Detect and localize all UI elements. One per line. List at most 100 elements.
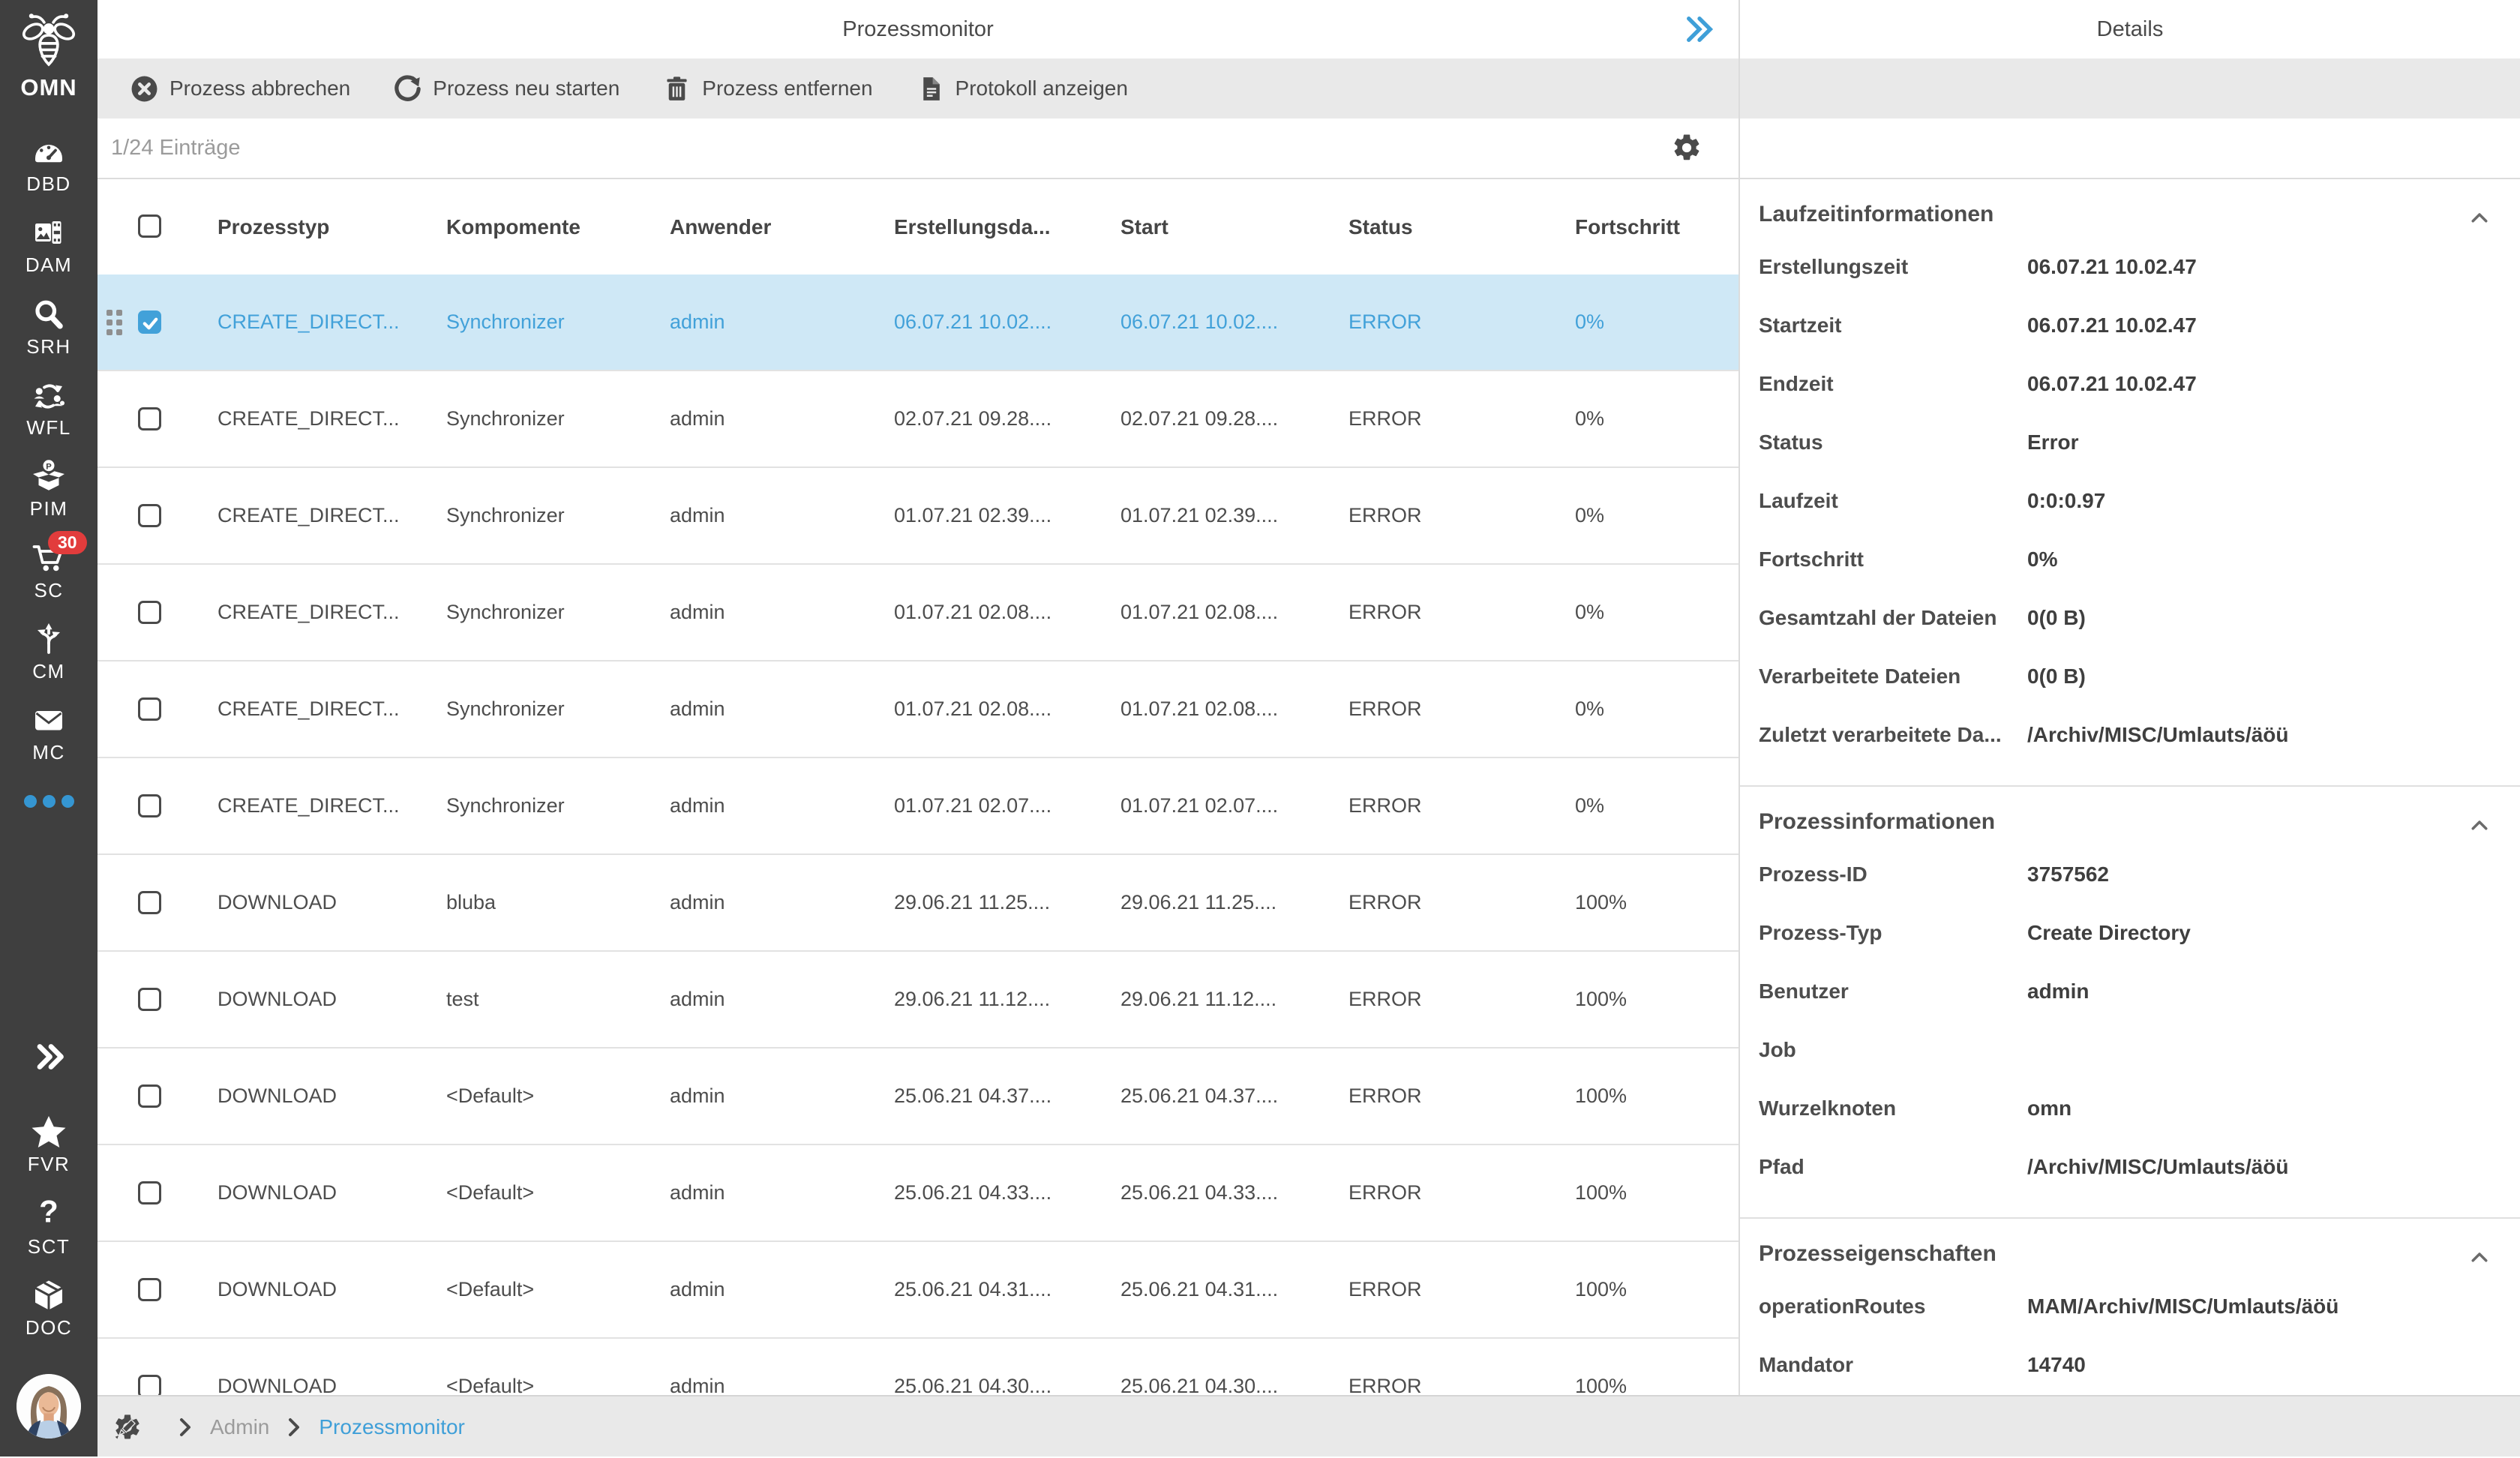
table-row[interactable]: DOWNLOAD<Default>admin25.06.21 04.31....… <box>98 1242 1738 1339</box>
column-header[interactable]: Prozesstyp <box>218 179 439 274</box>
table-cell: Synchronizer <box>446 371 662 466</box>
table-cell: CREATE_DIRECT... <box>218 468 439 563</box>
details-section-title: Prozessinformationen <box>1759 809 1995 834</box>
details-row: Verarbeitete Dateien0(0 B) <box>1759 647 2501 706</box>
row-checkbox[interactable] <box>138 1084 161 1108</box>
select-all-checkbox[interactable] <box>138 214 161 238</box>
table-cell: CREATE_DIRECT... <box>218 662 439 757</box>
collapse-section-icon[interactable] <box>2468 811 2491 833</box>
table-row[interactable]: DOWNLOAD<Default>admin25.06.21 04.30....… <box>98 1339 1738 1395</box>
cancel-process-button[interactable]: Prozess abbrechen <box>130 75 350 103</box>
show-protocol-button[interactable]: Protokoll anzeigen <box>916 75 1128 103</box>
details-section-title: Laufzeitinformationen <box>1759 202 1994 226</box>
sidebar-item-sc[interactable]: 30 SC <box>0 540 98 602</box>
row-checkbox[interactable] <box>138 794 161 818</box>
media-assets-icon <box>31 214 67 250</box>
table-cell: 25.06.21 04.30.... <box>1120 1339 1341 1395</box>
table-cell: 01.07.21 02.39.... <box>894 468 1113 563</box>
row-checkbox[interactable] <box>138 504 161 527</box>
table-row[interactable]: DOWNLOAD<Default>admin25.06.21 04.33....… <box>98 1145 1738 1242</box>
column-header[interactable]: Status <box>1348 179 1568 274</box>
svg-text:P: P <box>46 462 52 471</box>
table-row[interactable]: DOWNLOADtestadmin29.06.21 11.12....29.06… <box>98 952 1738 1048</box>
table-cell: 06.07.21 10.02.... <box>1120 274 1341 370</box>
table-cell: 02.07.21 09.28.... <box>1120 371 1341 466</box>
table-cell: CREATE_DIRECT... <box>218 758 439 854</box>
row-checkbox[interactable] <box>138 698 161 721</box>
column-header[interactable]: Erstellungsda... <box>894 179 1113 274</box>
column-header[interactable]: Anwender <box>670 179 886 274</box>
collapse-section-icon[interactable] <box>2468 203 2491 226</box>
table-cell: ERROR <box>1348 662 1568 757</box>
details-value: 0:0:0.97 <box>2027 489 2501 513</box>
row-checkbox[interactable] <box>138 1278 161 1301</box>
table-cell: ERROR <box>1348 565 1568 660</box>
table-cell: 100% <box>1575 952 1732 1047</box>
app-logo[interactable]: OMN <box>0 10 98 101</box>
table-row[interactable]: CREATE_DIRECT...Synchronizeradmin01.07.2… <box>98 758 1738 855</box>
details-row: Mandator14740 <box>1759 1336 2501 1394</box>
collapse-section-icon[interactable] <box>2468 1243 2491 1265</box>
entry-count: 1/24 Einträge <box>111 118 241 178</box>
table-cell: 01.07.21 02.08.... <box>1120 662 1341 757</box>
routing-icon <box>31 621 67 657</box>
sidebar-item-fvr[interactable]: FVR <box>0 1114 98 1176</box>
table-cell: 0% <box>1575 274 1732 370</box>
row-checkbox[interactable] <box>138 310 161 334</box>
remove-process-button[interactable]: Prozess entfernen <box>663 75 872 103</box>
table-cell: 0% <box>1575 468 1732 563</box>
breadcrumb-prozessmonitor[interactable]: Prozessmonitor <box>319 1415 465 1439</box>
sidebar-item-sct[interactable]: ? SCT <box>0 1196 98 1258</box>
details-label: Status <box>1759 430 2027 454</box>
trash-icon <box>663 75 691 103</box>
table-cell: <Default> <box>446 1242 662 1337</box>
sidebar-item-label: SC <box>0 579 98 602</box>
table-row[interactable]: CREATE_DIRECT...Synchronizeradmin01.07.2… <box>98 468 1738 565</box>
details-section-title: Prozesseigenschaften <box>1759 1241 1996 1266</box>
table-cell: ERROR <box>1348 855 1568 950</box>
sidebar-expand-icon[interactable] <box>0 1039 98 1075</box>
user-avatar[interactable] <box>16 1374 81 1438</box>
details-section-header: Laufzeitinformationen <box>1759 191 2501 238</box>
sidebar-item-doc[interactable]: DOC <box>0 1277 98 1340</box>
drag-handle-icon[interactable] <box>106 310 123 335</box>
sidebar-item-pim[interactable]: P PIM <box>0 458 98 520</box>
sidebar-item-dbd[interactable]: DBD <box>0 134 98 196</box>
table-row[interactable]: CREATE_DIRECT...Synchronizeradmin01.07.2… <box>98 565 1738 662</box>
table-settings-gear-icon[interactable] <box>1671 132 1702 164</box>
avatar-photo <box>16 1374 81 1438</box>
admin-gear-icon[interactable] <box>112 1412 142 1442</box>
sidebar-item-label: CM <box>0 660 98 683</box>
footer-bar: Admin Prozessmonitor <box>98 1395 2520 1456</box>
breadcrumb-admin[interactable]: Admin <box>210 1415 269 1439</box>
row-checkbox[interactable] <box>138 407 161 430</box>
sidebar-item-srh[interactable]: SRH <box>0 296 98 358</box>
table-row[interactable]: CREATE_DIRECT...Synchronizeradmin02.07.2… <box>98 371 1738 468</box>
row-checkbox[interactable] <box>138 988 161 1011</box>
row-checkbox[interactable] <box>138 1181 161 1204</box>
row-checkbox[interactable] <box>138 891 161 914</box>
table-cell: admin <box>670 758 886 854</box>
table-row[interactable]: CREATE_DIRECT...Synchronizeradmin01.07.2… <box>98 662 1738 758</box>
sidebar-item-wfl[interactable]: WFL <box>0 377 98 440</box>
table-cell: CREATE_DIRECT... <box>218 274 439 370</box>
column-header[interactable]: Start <box>1120 179 1341 274</box>
sidebar-more-icon[interactable] <box>0 795 98 812</box>
details-row: Job <box>1759 1021 2501 1079</box>
sidebar-item-dam[interactable]: DAM <box>0 214 98 277</box>
sidebar-item-cm[interactable]: CM <box>0 621 98 683</box>
table-cell: 01.07.21 02.08.... <box>894 662 1113 757</box>
table-cell: <Default> <box>446 1145 662 1240</box>
column-header[interactable]: Fortschritt <box>1575 179 1732 274</box>
row-checkbox[interactable] <box>138 601 161 624</box>
table-row[interactable]: DOWNLOADblubaadmin29.06.21 11.25....29.0… <box>98 855 1738 952</box>
table-row[interactable]: CREATE_DIRECT...Synchronizeradmin06.07.2… <box>98 274 1738 371</box>
row-checkbox[interactable] <box>138 1375 161 1395</box>
expand-panel-icon[interactable] <box>1683 10 1716 48</box>
details-row: StatusError <box>1759 413 2501 472</box>
table-cell: Synchronizer <box>446 565 662 660</box>
sidebar-item-mc[interactable]: MC <box>0 702 98 764</box>
table-row[interactable]: DOWNLOAD<Default>admin25.06.21 04.37....… <box>98 1048 1738 1145</box>
restart-process-button[interactable]: Prozess neu starten <box>394 75 620 103</box>
column-header[interactable]: Kompomente <box>446 179 662 274</box>
